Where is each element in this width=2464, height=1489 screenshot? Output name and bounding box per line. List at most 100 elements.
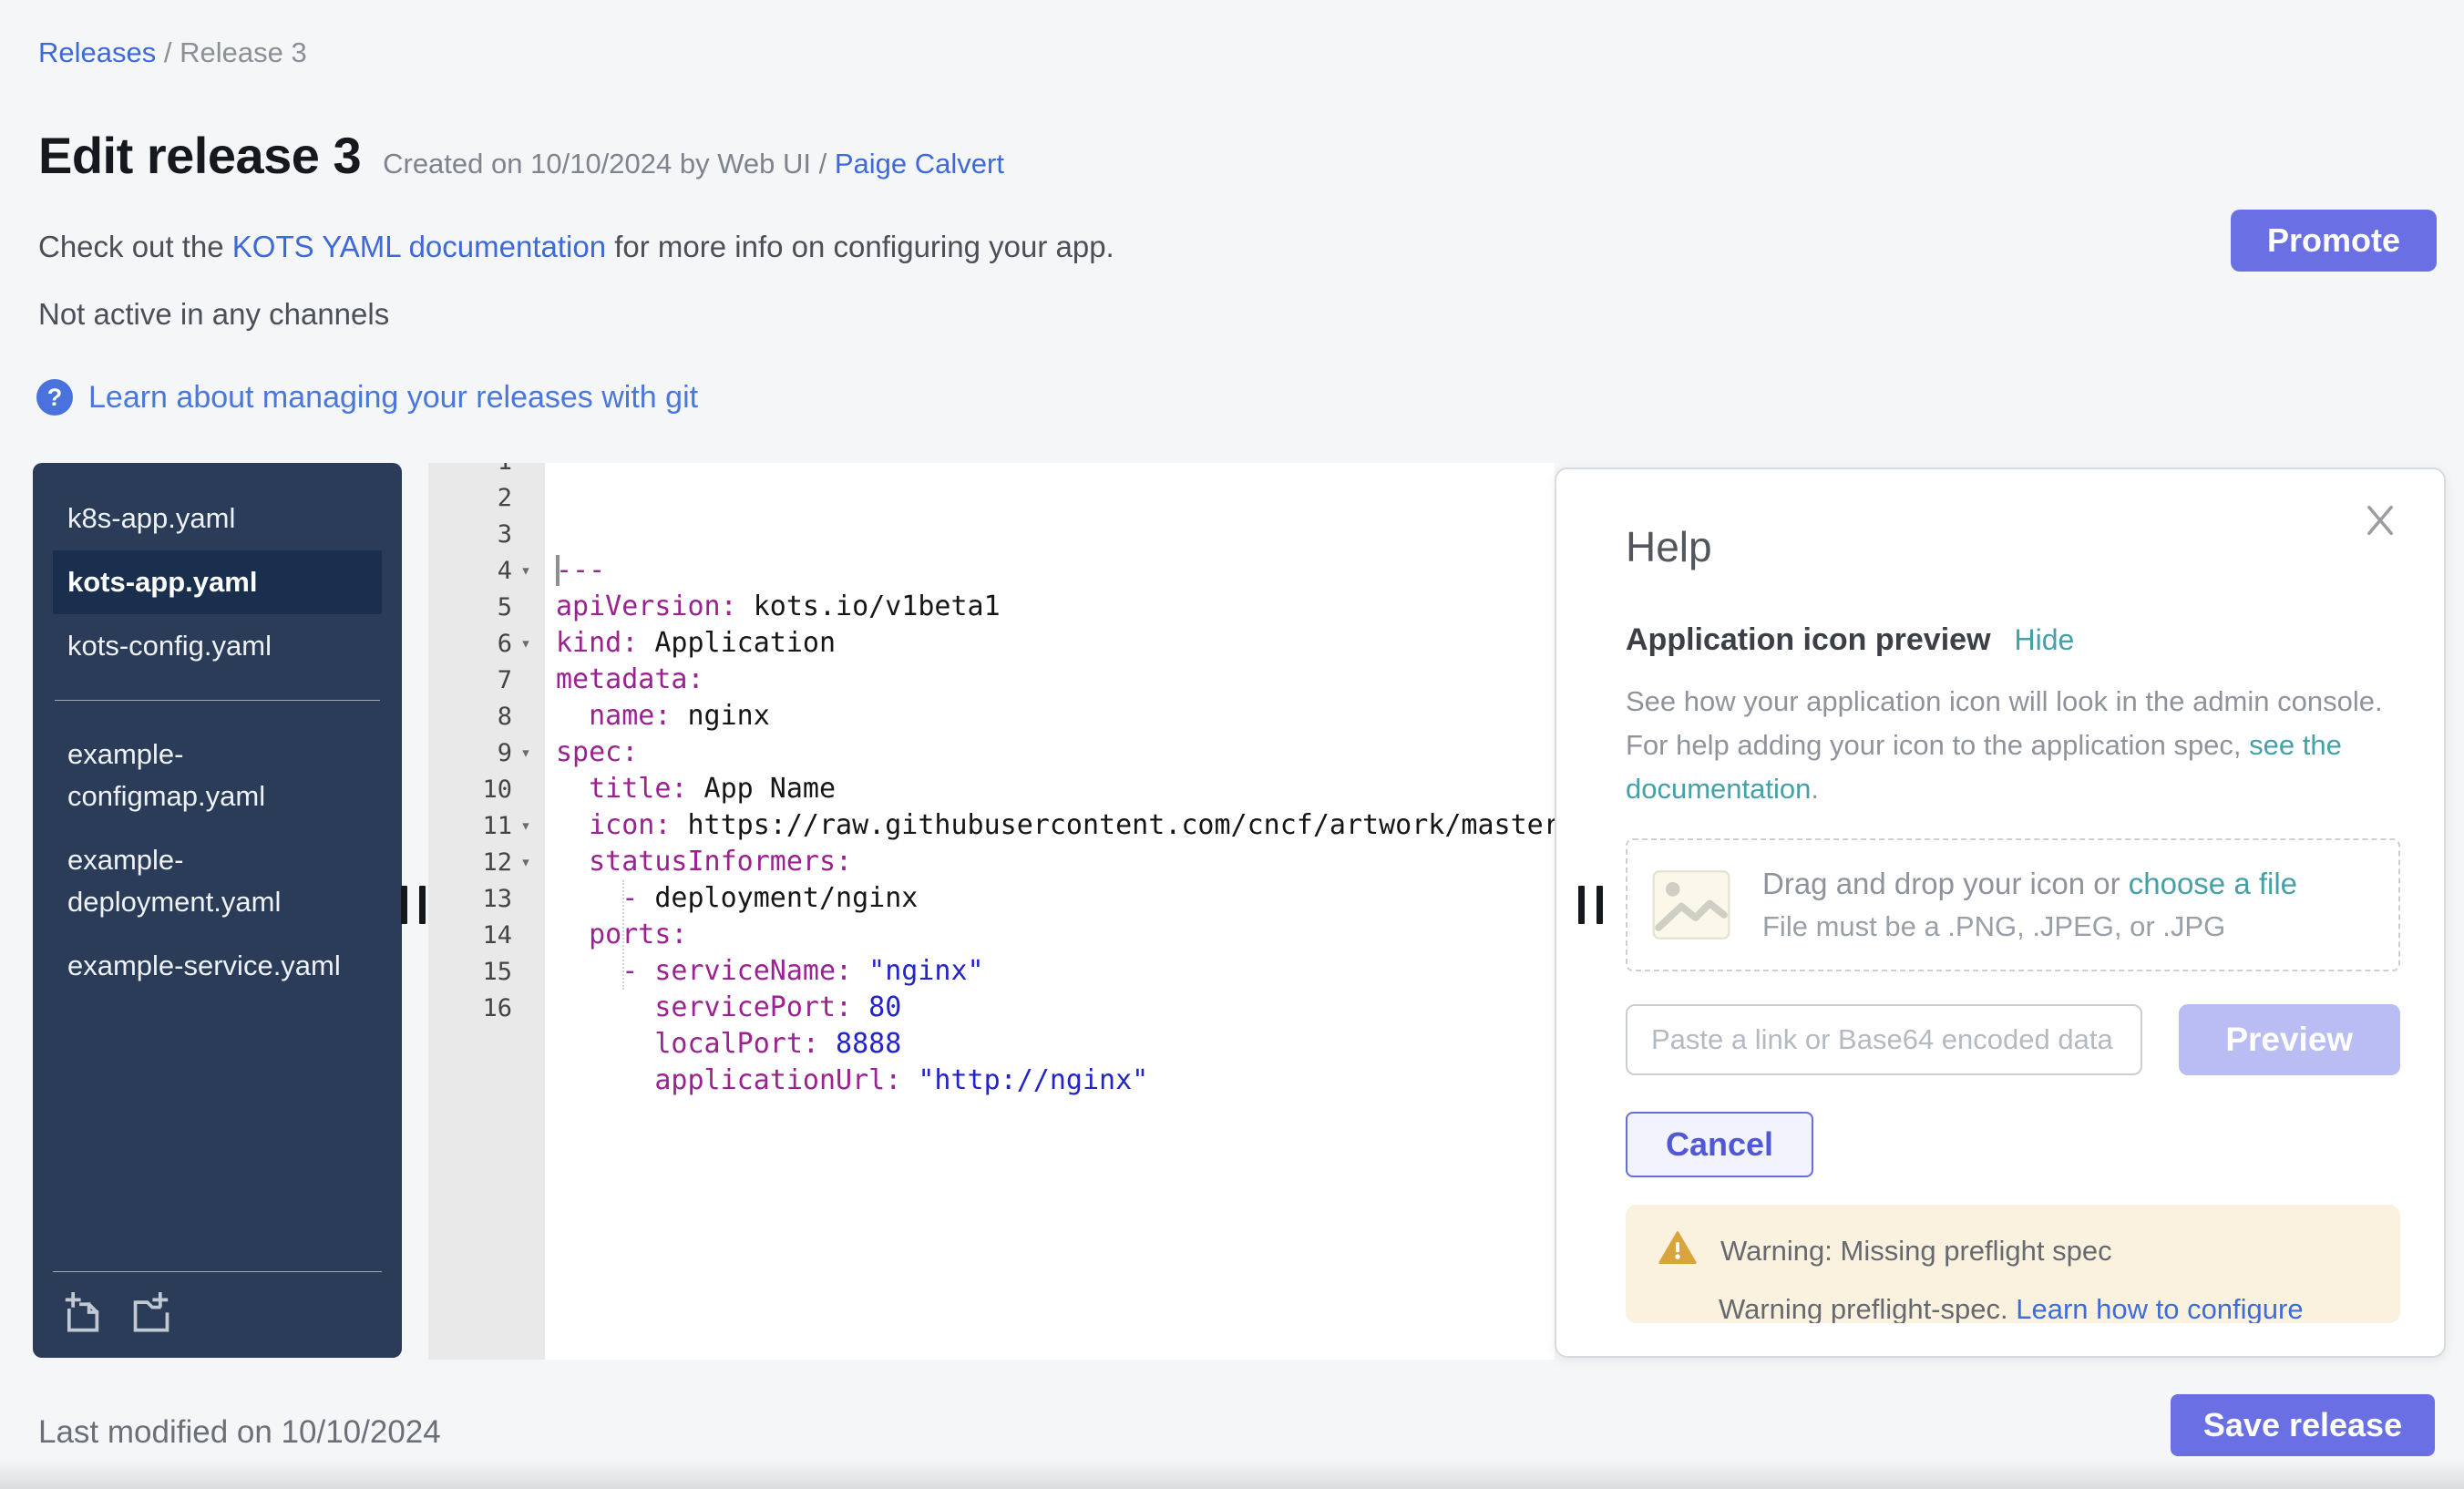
code-line[interactable]: ports:	[556, 917, 1555, 953]
code-token: title:	[589, 773, 687, 805]
gutter-line: 1	[428, 463, 545, 479]
git-releases-link[interactable]: Learn about managing your releases with …	[88, 380, 698, 416]
sidebar-file-item[interactable]: kots-config.yaml	[53, 614, 382, 678]
description-suffix: .	[1811, 773, 1819, 805]
doc-line-suffix: for more info on configuring your app.	[606, 230, 1114, 263]
code-token	[556, 809, 589, 841]
code-token	[556, 955, 621, 987]
sidebar-file-item[interactable]: example-service.yaml	[53, 934, 382, 998]
code-line[interactable]: servicePort: 80	[556, 990, 1555, 1026]
created-text: Created on 10/10/2024 by Web UI /	[383, 148, 835, 180]
gutter-line: 7	[428, 662, 545, 698]
line-number: 1	[428, 463, 512, 476]
line-number: 11	[428, 812, 512, 840]
editor-scroll: 1234▾56▾789▾1011▾12▾13141516 ---apiVersi…	[428, 463, 1555, 1135]
sidebar-file-item[interactable]: kots-app.yaml	[53, 550, 382, 614]
fold-toggle-icon[interactable]: ▾	[512, 852, 539, 872]
code-line[interactable]: icon: https://raw.githubusercontent.com/…	[556, 807, 1555, 844]
code-line[interactable]: localPort: 8888	[556, 1026, 1555, 1063]
resize-grip-bar	[1578, 886, 1585, 924]
code-line[interactable]: - serviceName: "nginx"	[556, 953, 1555, 990]
add-folder-icon[interactable]	[129, 1290, 173, 1334]
sidebar-resize-handle[interactable]	[401, 886, 426, 924]
preview-button[interactable]: Preview	[2179, 1004, 2400, 1075]
resize-grip-bar	[401, 886, 407, 924]
gutter-line: 10	[428, 771, 545, 807]
line-number: 8	[428, 703, 512, 731]
question-circle-icon: ?	[36, 379, 73, 416]
sidebar-file-item[interactable]: k8s-app.yaml	[53, 487, 382, 550]
code-line[interactable]: apiVersion: kots.io/v1beta1	[556, 589, 1555, 625]
choose-file-link[interactable]: choose a file	[2129, 867, 2297, 900]
channel-status: Not active in any channels	[38, 297, 389, 332]
icon-url-row: Preview	[1626, 1004, 2400, 1075]
code-line[interactable]: metadata:	[556, 662, 1555, 698]
fold-toggle-icon[interactable]: ▾	[512, 816, 539, 836]
line-number: 2	[428, 484, 512, 512]
warning-detail: Warning preflight-spec.	[1719, 1293, 2016, 1323]
add-file-icon[interactable]	[60, 1290, 104, 1334]
help-panel-resize-handle[interactable]	[1578, 886, 1603, 924]
code-token: nginx	[671, 700, 769, 732]
gutter-line[interactable]: 6▾	[428, 625, 545, 662]
close-icon[interactable]	[2356, 497, 2404, 547]
icon-dropzone[interactable]: Drag and drop your icon or choose a file…	[1626, 838, 2400, 971]
warning-triangle-icon	[1657, 1228, 1699, 1273]
fold-toggle-icon[interactable]: ▾	[512, 633, 539, 653]
code-line[interactable]: applicationUrl: "http://nginx"	[556, 1063, 1555, 1099]
line-number: 3	[428, 520, 512, 549]
breadcrumb-separator: /	[156, 36, 180, 68]
gutter-line[interactable]: 9▾	[428, 734, 545, 771]
yaml-editor[interactable]: 1234▾56▾789▾1011▾12▾13141516 ---apiVersi…	[428, 463, 1555, 1360]
file-list: k8s-app.yamlkots-app.yamlkots-config.yam…	[53, 487, 382, 998]
fold-toggle-icon[interactable]: ▾	[512, 560, 539, 580]
editor-code[interactable]: ---apiVersion: kots.io/v1beta1kind: Appl…	[545, 463, 1555, 1135]
created-line: Created on 10/10/2024 by Web UI / Paige …	[383, 148, 1004, 180]
gutter-line: 8	[428, 698, 545, 734]
gutter-line[interactable]: 11▾	[428, 807, 545, 844]
fold-toggle-icon[interactable]: ▾	[512, 743, 539, 763]
code-line[interactable]: - deployment/nginx	[556, 880, 1555, 917]
code-line[interactable]	[556, 1099, 1555, 1135]
gutter-line: 16	[428, 990, 545, 1026]
code-token: apiVersion:	[556, 590, 737, 622]
code-token: kots.io/v1beta1	[737, 590, 1001, 622]
line-number: 13	[428, 885, 512, 913]
code-line[interactable]: ---	[556, 552, 1555, 589]
line-number: 9	[428, 739, 512, 767]
window-bottom-shadow	[0, 1458, 2464, 1489]
save-release-button[interactable]: Save release	[2171, 1394, 2435, 1456]
gutter-line[interactable]: 4▾	[428, 552, 545, 589]
code-token: kind:	[556, 627, 638, 659]
hide-link[interactable]: Hide	[2015, 623, 2075, 657]
line-number: 6	[428, 630, 512, 658]
code-token: ports:	[589, 919, 687, 950]
author-link[interactable]: Paige Calvert	[835, 148, 1004, 180]
code-token: 8888	[819, 1028, 901, 1060]
breadcrumb-releases-link[interactable]: Releases	[38, 36, 156, 68]
sidebar-file-item[interactable]: example- deployment.yaml	[53, 828, 382, 934]
cancel-button[interactable]: Cancel	[1626, 1112, 1813, 1177]
code-line[interactable]: kind: Application	[556, 625, 1555, 662]
preflight-warning-box: Warning: Missing preflight spec Warning …	[1626, 1205, 2400, 1323]
sidebar-file-item[interactable]: example- configmap.yaml	[53, 723, 382, 828]
code-token: icon:	[589, 809, 671, 841]
dropzone-line1: Drag and drop your icon or choose a file	[1762, 867, 2297, 901]
code-line[interactable]: spec:	[556, 734, 1555, 771]
learn-configure-link[interactable]: Learn how to configure	[2016, 1293, 2303, 1323]
gutter-line[interactable]: 12▾	[428, 844, 545, 880]
icon-url-input[interactable]	[1626, 1004, 2142, 1075]
code-token: "http://nginx"	[901, 1064, 1148, 1096]
git-help-line[interactable]: ? Learn about managing your releases wit…	[36, 379, 698, 416]
code-token: servicePort:	[654, 991, 852, 1023]
code-token: Application	[638, 627, 836, 659]
code-line[interactable]: statusInformers:	[556, 844, 1555, 880]
code-line[interactable]: title: App Name	[556, 771, 1555, 807]
code-token: - serviceName:	[621, 955, 852, 987]
file-sidebar: k8s-app.yamlkots-app.yamlkots-config.yam…	[33, 463, 402, 1358]
kots-yaml-doc-link[interactable]: KOTS YAML documentation	[232, 230, 606, 263]
code-line[interactable]: name: nginx	[556, 698, 1555, 734]
line-number: 15	[428, 958, 512, 986]
promote-button[interactable]: Promote	[2231, 210, 2437, 272]
line-number: 16	[428, 994, 512, 1022]
